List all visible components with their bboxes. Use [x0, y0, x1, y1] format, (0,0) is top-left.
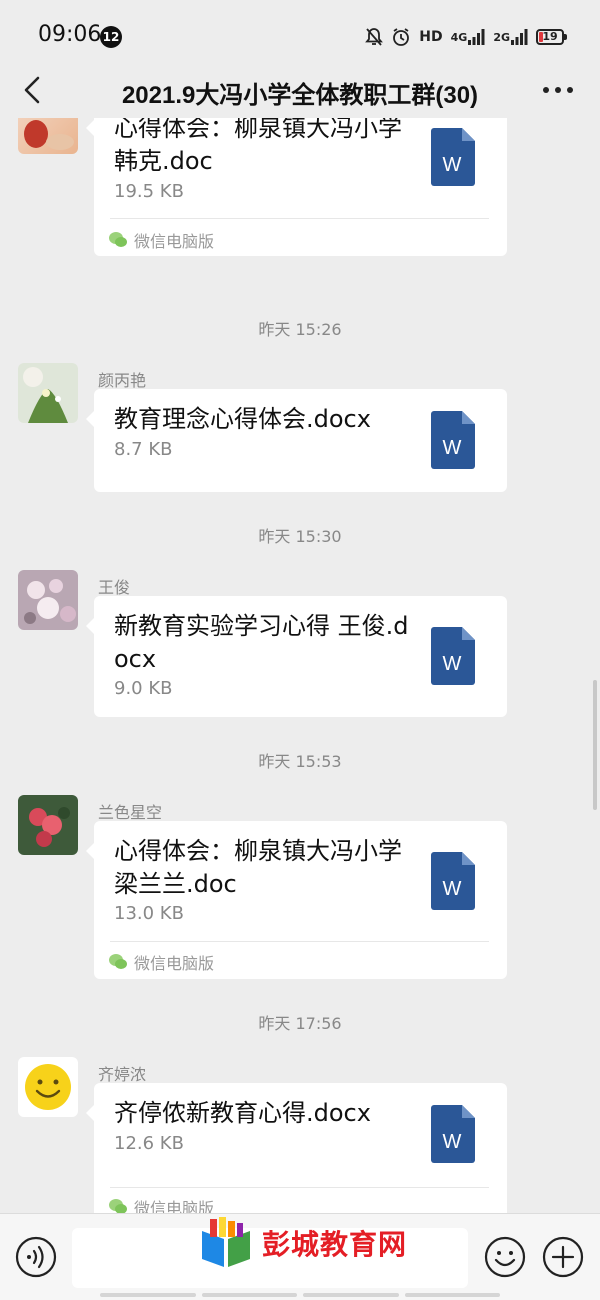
notification-count-badge: 12 — [100, 26, 122, 48]
file-size: 13.0 KB — [114, 903, 184, 924]
hd-label: HD — [419, 29, 443, 45]
file-message-bubble[interactable]: 心得体会：柳泉镇大冯小学韩克.doc 19.5 KB W 微信电脑版 — [86, 118, 507, 256]
word-letter: W — [443, 1131, 462, 1153]
signal-4g-icon: 4G — [451, 28, 486, 46]
emoji-icon — [484, 1236, 526, 1278]
bubble-source: 微信电脑版 — [108, 950, 214, 974]
file-size: 19.5 KB — [114, 181, 184, 202]
sender-name: 王俊 — [98, 578, 131, 597]
watermark: 彭城教育网 — [198, 1215, 438, 1271]
file-size: 8.7 KB — [114, 439, 173, 460]
chat-header: 2021.9大冯小学全体教职工群(30) — [0, 62, 600, 118]
word-file-icon: W — [431, 627, 475, 685]
wechat-icon — [109, 1199, 127, 1213]
watermark-text: 彭城教育网 — [262, 1229, 408, 1260]
word-file-icon: W — [431, 1105, 475, 1163]
message-list[interactable]: 心得体会：柳泉镇大冯小学韩克.doc 19.5 KB W 微信电脑版 昨天 15… — [0, 118, 600, 1213]
wechat-icon — [109, 232, 127, 247]
battery-icon: 19 — [536, 29, 567, 45]
file-name: 心得体会：柳泉镇大冯小学韩克.doc — [114, 118, 402, 175]
source-label: 微信电脑版 — [134, 232, 215, 251]
word-file-icon: W — [431, 128, 475, 186]
bubble-source: 微信电脑版 — [108, 228, 214, 252]
file-size: 12.6 KB — [114, 1133, 184, 1154]
file-name: 教育理念心得体会.docx — [114, 405, 371, 433]
status-icons: HD 4G 2G 19 — [365, 24, 567, 50]
plus-button[interactable] — [542, 1236, 584, 1278]
battery-level: 19 — [542, 30, 558, 43]
file-name: 齐停侬新教育心得.docx — [114, 1099, 371, 1127]
word-file-icon: W — [431, 852, 475, 910]
chat-title: 2021.9大冯小学全体教职工群(30) — [121, 82, 479, 109]
file-name: 心得体会：柳泉镇大冯小学 梁兰兰.doc — [114, 837, 402, 898]
file-name: 新教育实验学习心得 王俊.docx — [114, 612, 409, 673]
book-logo-icon — [202, 1217, 250, 1267]
word-letter: W — [443, 653, 462, 675]
file-message-bubble[interactable]: 新教育实验学习心得 王俊.docx 9.0 KB W — [86, 596, 507, 717]
voice-icon — [15, 1236, 57, 1278]
plus-icon — [542, 1236, 584, 1278]
status-time: 09:06 — [38, 22, 102, 47]
sender-name: 兰色星空 — [98, 803, 163, 822]
bubble-divider — [110, 941, 489, 942]
timestamp: 昨天 15:30 — [258, 527, 342, 546]
sender-avatar[interactable] — [18, 363, 78, 423]
bubble-divider — [110, 218, 489, 219]
bubble-divider — [110, 1187, 489, 1188]
file-message-bubble[interactable]: 教育理念心得体会.docx 8.7 KB W — [86, 389, 507, 492]
signal-2g-icon: 2G — [493, 28, 528, 46]
timestamp: 昨天 15:53 — [258, 752, 342, 771]
alarm-icon — [391, 27, 411, 47]
file-message-bubble[interactable]: 心得体会：柳泉镇大冯小学 梁兰兰.doc 13.0 KB W 微信电脑版 — [86, 821, 507, 979]
sender-avatar[interactable] — [18, 570, 78, 630]
source-label: 微信电脑版 — [134, 954, 215, 973]
scrollbar-thumb[interactable] — [593, 680, 597, 810]
timestamp: 昨天 15:26 — [258, 320, 342, 339]
voice-button[interactable] — [15, 1236, 57, 1278]
home-indicator — [100, 1293, 500, 1297]
emoji-button[interactable] — [484, 1236, 526, 1278]
word-letter: W — [443, 437, 462, 459]
file-message-bubble[interactable]: 齐停侬新教育心得.docx 12.6 KB W 微信电脑版 — [86, 1083, 507, 1213]
sender-avatar[interactable] — [18, 795, 78, 855]
sender-name: 颜丙艳 — [98, 371, 147, 390]
network-4g-label: 4G — [450, 30, 468, 44]
word-file-icon: W — [431, 411, 475, 469]
file-size: 9.0 KB — [114, 678, 173, 699]
timestamp: 昨天 17:56 — [258, 1014, 342, 1033]
wechat-icon — [109, 954, 127, 969]
sender-avatar[interactable] — [18, 118, 78, 154]
more-dots-icon — [543, 87, 573, 93]
more-options-button[interactable] — [538, 72, 578, 108]
word-letter: W — [443, 154, 462, 176]
bubble-source: 微信电脑版 — [108, 1195, 214, 1213]
network-2g-label: 2G — [493, 30, 510, 44]
sender-name: 齐婷浓 — [98, 1065, 147, 1084]
mute-bell-icon — [365, 27, 384, 47]
status-bar: 09:06 12 HD 4G 2G 19 — [0, 0, 600, 70]
word-letter: W — [443, 878, 462, 900]
source-label: 微信电脑版 — [134, 1199, 215, 1213]
sender-avatar[interactable] — [18, 1057, 78, 1117]
